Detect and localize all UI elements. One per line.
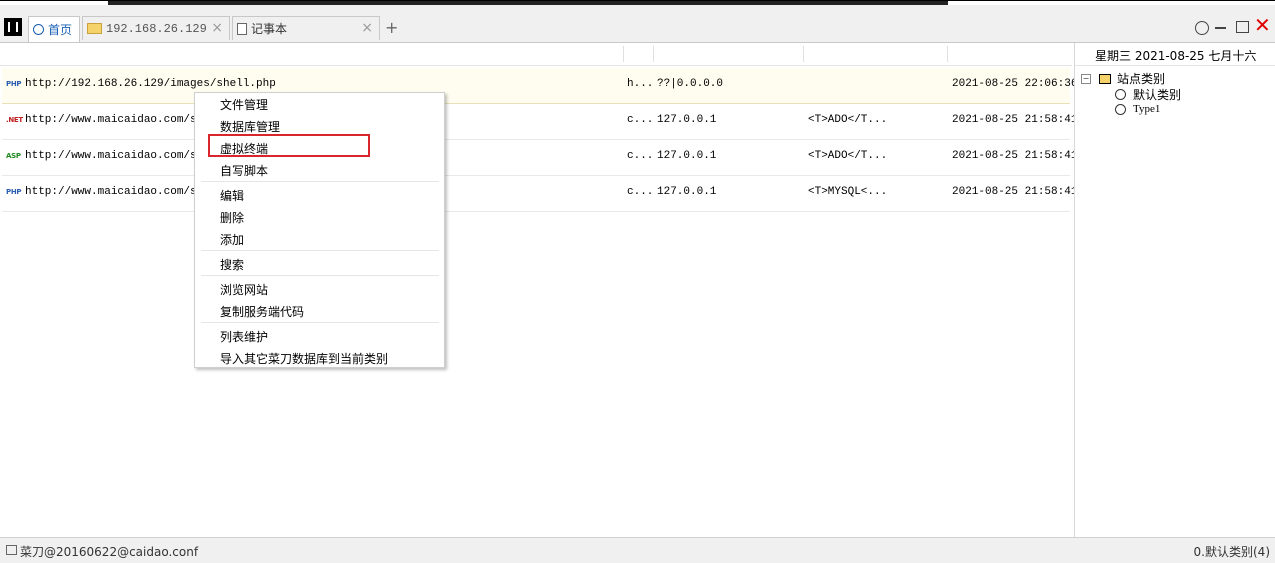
menu-item-add[interactable]: 添加 bbox=[220, 231, 244, 248]
row-url: http://192.168.26.129/images/shell.php bbox=[25, 78, 276, 90]
row-url: http://www.maicaidao.com/ser bbox=[25, 114, 210, 126]
menu-separator bbox=[201, 250, 439, 251]
table-row[interactable]: .NET http://www.maicaidao.com/ser c... 1… bbox=[2, 104, 1077, 140]
menu-item-edit[interactable]: 编辑 bbox=[220, 187, 244, 204]
tab-remote-host[interactable]: 192.168.26.129 × bbox=[82, 16, 230, 40]
menu-item-list-maintenance[interactable]: 列表维护 bbox=[220, 328, 268, 345]
row-db-config: <T>ADO</T... bbox=[808, 150, 888, 162]
tree-root-label: 站点类别 bbox=[1117, 72, 1166, 86]
close-tab-icon[interactable]: × bbox=[361, 21, 373, 35]
window-icon bbox=[6, 545, 17, 555]
menu-item-import-database[interactable]: 导入其它菜刀数据库到当前类别 bbox=[220, 350, 388, 367]
menu-item-browse-site[interactable]: 浏览网站 bbox=[220, 281, 268, 298]
asp-icon: ASP bbox=[6, 152, 21, 160]
menu-separator bbox=[201, 181, 439, 182]
tab-bar: 首页 192.168.26.129 × 记事本 × + ✕ bbox=[0, 5, 1275, 43]
divider bbox=[1075, 65, 1275, 66]
tree-item-type1[interactable]: Type1 bbox=[1115, 103, 1160, 115]
row-db-config: <T>ADO</T... bbox=[808, 114, 888, 126]
folder-icon bbox=[87, 23, 102, 34]
row-url: http://www.maicaidao.com/ser bbox=[25, 186, 210, 198]
circle-icon bbox=[1115, 89, 1126, 100]
tab-notepad-label: 记事本 bbox=[251, 22, 288, 36]
row-remark: c... bbox=[627, 186, 654, 198]
highlight-box bbox=[208, 134, 370, 157]
date-label: 星期三 2021-08-25 七月十六 bbox=[1095, 49, 1257, 63]
row-ip: 127.0.0.1 bbox=[657, 186, 717, 198]
tree-item-label: 默认类别 bbox=[1133, 88, 1182, 102]
column-separator bbox=[623, 46, 624, 62]
dotnet-icon: .NET bbox=[6, 116, 23, 124]
menu-item-database-manager[interactable]: 数据库管理 bbox=[220, 118, 280, 135]
row-time: 2021-08-25 21:58:41 bbox=[952, 150, 1078, 162]
column-separator bbox=[947, 46, 948, 62]
row-time: 2021-08-25 21:58:41 bbox=[952, 114, 1078, 126]
list-header bbox=[0, 43, 1072, 66]
tree-item-default[interactable]: 默认类别 bbox=[1115, 86, 1181, 103]
tab-remote-host-label: 192.168.26.129 bbox=[106, 21, 207, 36]
row-remark: c... bbox=[627, 150, 654, 162]
status-bar: 菜刀@20160622@caidao.conf 0.默认类别(4) bbox=[0, 537, 1275, 563]
row-ip: ??|0.0.0.0 bbox=[657, 78, 724, 90]
menu-item-file-manager[interactable]: 文件管理 bbox=[220, 96, 268, 113]
row-db-config: <T>MYSQL<... bbox=[808, 186, 888, 198]
circle-icon[interactable] bbox=[1195, 21, 1209, 35]
menu-item-copy-server-code[interactable]: 复制服务端代码 bbox=[220, 303, 304, 320]
table-row[interactable]: PHP http://www.maicaidao.com/ser c... 12… bbox=[2, 176, 1077, 212]
close-window-icon[interactable]: ✕ bbox=[1254, 15, 1271, 35]
close-tab-icon[interactable]: × bbox=[211, 21, 223, 35]
category-panel: 星期三 2021-08-25 七月十六 − 站点类别 默认类别 Type1 bbox=[1074, 43, 1275, 537]
status-category-count: 0.默认类别(4) bbox=[1193, 545, 1270, 559]
tab-home[interactable]: 首页 bbox=[28, 16, 80, 42]
collapse-icon[interactable]: − bbox=[1081, 73, 1091, 84]
add-tab-button[interactable]: + bbox=[385, 20, 398, 36]
row-ip: 127.0.0.1 bbox=[657, 114, 717, 126]
tab-home-label: 首页 bbox=[48, 23, 73, 37]
php-icon: PHP bbox=[6, 80, 22, 88]
document-icon bbox=[237, 22, 247, 35]
maximize-icon[interactable] bbox=[1236, 21, 1249, 33]
status-config: 菜刀@20160622@caidao.conf bbox=[20, 545, 199, 559]
app-logo-icon bbox=[4, 18, 22, 36]
menu-separator bbox=[201, 275, 439, 276]
tree-root-site-categories[interactable]: − 站点类别 bbox=[1081, 70, 1165, 87]
column-separator bbox=[653, 46, 654, 62]
row-url: http://www.maicaidao.com/ser bbox=[25, 150, 210, 162]
tab-notepad[interactable]: 记事本 × bbox=[232, 16, 380, 40]
tree-item-label: Type1 bbox=[1133, 103, 1161, 115]
menu-separator bbox=[201, 322, 439, 323]
row-remark: c... bbox=[627, 114, 654, 126]
menu-item-search[interactable]: 搜索 bbox=[220, 256, 244, 273]
table-row[interactable]: ASP http://www.maicaidao.com/ser c... 12… bbox=[2, 140, 1077, 176]
row-remark: h... bbox=[627, 78, 654, 90]
row-ip: 127.0.0.1 bbox=[657, 150, 717, 162]
row-time: 2021-08-25 21:58:41 bbox=[952, 186, 1078, 198]
row-time: 2021-08-25 22:06:36 bbox=[952, 78, 1078, 90]
column-separator bbox=[803, 46, 804, 62]
table-row[interactable]: PHP http://192.168.26.129/images/shell.p… bbox=[2, 68, 1077, 104]
menu-item-delete[interactable]: 删除 bbox=[220, 209, 244, 226]
php-icon: PHP bbox=[6, 188, 22, 196]
home-icon bbox=[33, 24, 44, 35]
circle-icon bbox=[1115, 103, 1126, 115]
category-icon bbox=[1099, 73, 1111, 84]
minimize-icon[interactable] bbox=[1215, 27, 1226, 29]
menu-item-custom-script[interactable]: 自写脚本 bbox=[220, 162, 268, 179]
